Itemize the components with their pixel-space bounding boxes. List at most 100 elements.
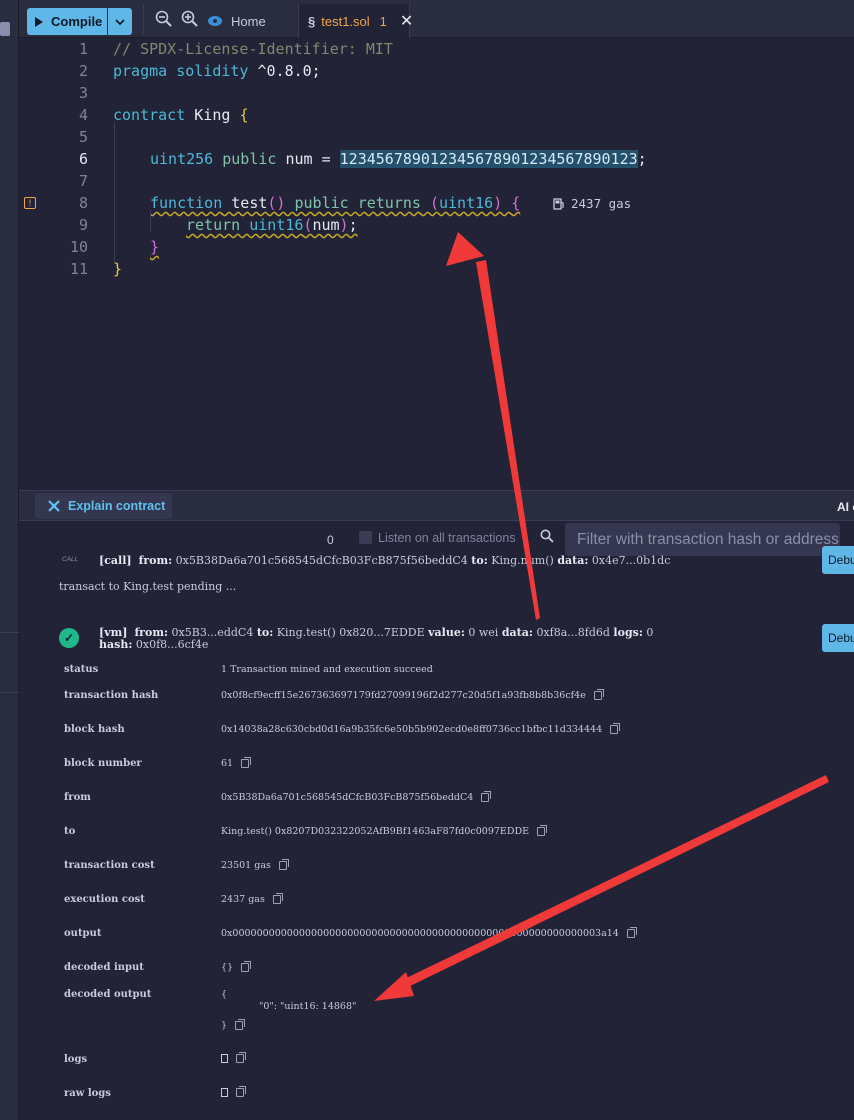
play-icon xyxy=(35,16,43,27)
detail-value: 61 xyxy=(221,757,252,769)
detail-value xyxy=(221,1086,246,1097)
type-keyword: uint256 xyxy=(150,150,214,168)
problem-count-badge: 1 xyxy=(379,13,387,29)
detail-key: to xyxy=(64,826,76,837)
copy-icon[interactable] xyxy=(236,1052,246,1063)
tab-test1-sol[interactable]: § test1.sol 1 ✕ xyxy=(298,4,413,38)
copy-icon[interactable] xyxy=(610,723,621,734)
line-number: 5 xyxy=(78,128,88,146)
code-line: 2 pragma solidity ^0.8.0; xyxy=(19,60,854,82)
selected-number: 123456789012345678901234567890123 xyxy=(339,150,638,168)
keyword: public xyxy=(222,150,277,168)
divider xyxy=(0,632,19,633)
detail-key: raw logs xyxy=(64,1088,111,1099)
detail-key: block number xyxy=(64,758,142,769)
type-keyword: uint16 xyxy=(249,216,304,234)
chevron-down-icon xyxy=(115,18,125,25)
transaction-filter-input[interactable] xyxy=(565,523,840,556)
detail-value: 0x14038a28c630cbd0d16a9b35fc6e50b5b902ec… xyxy=(221,723,621,735)
keyword: contract xyxy=(113,106,186,124)
pending-log-line: transact to King.test pending ... xyxy=(59,580,237,593)
debug-button[interactable]: Debug xyxy=(822,546,854,574)
line-number: 2 xyxy=(78,62,88,80)
compile-button[interactable]: Compile xyxy=(27,8,107,35)
detail-key: logs xyxy=(64,1054,88,1065)
copy-icon[interactable] xyxy=(236,1086,246,1097)
call-tag: CALL xyxy=(62,556,79,563)
code-text: ^0.8.0; xyxy=(248,62,321,80)
detail-value xyxy=(221,1052,246,1063)
detail-value: 2437 gas xyxy=(221,893,283,905)
detail-value: 0x5B38Da6a701c568545dCfcB03FcB875f56bedd… xyxy=(221,791,492,803)
code-editor[interactable]: 1 // SPDX-License-Identifier: MIT 2 prag… xyxy=(19,38,854,490)
copy-icon[interactable] xyxy=(272,893,283,904)
success-check-icon: ✓ xyxy=(59,628,79,648)
copy-icon[interactable] xyxy=(537,825,548,836)
brace: { xyxy=(239,106,249,124)
detail-value: 0x00000000000000000000000000000000000000… xyxy=(221,927,637,939)
code-text: // SPDX-License-Identifier: MIT xyxy=(113,40,393,58)
warning-icon[interactable]: ! xyxy=(24,197,36,209)
ai-sparkle-icon xyxy=(48,500,60,512)
zoom-in-icon[interactable] xyxy=(181,10,199,28)
remix-logo-icon xyxy=(208,16,222,26)
copy-icon[interactable] xyxy=(235,1019,246,1030)
copy-icon[interactable] xyxy=(241,961,252,972)
detail-value: King.test() 0x8207D032322052AfB9Bf1463aF… xyxy=(221,825,548,837)
listen-checkbox[interactable] xyxy=(359,531,372,544)
compile-label: Compile xyxy=(51,14,103,29)
detail-key: transaction hash xyxy=(64,690,159,701)
left-side-panel xyxy=(0,0,19,1120)
copy-icon[interactable] xyxy=(241,757,252,768)
brace: { xyxy=(511,194,521,212)
detail-value: {} xyxy=(221,961,252,973)
indent-guide xyxy=(114,122,115,262)
tab-home[interactable]: Home xyxy=(207,4,266,38)
copy-icon[interactable] xyxy=(278,859,289,870)
line-number: 4 xyxy=(78,106,88,124)
keyword: solidity xyxy=(176,62,249,80)
code-line: 7 xyxy=(19,170,854,192)
detail-key: block hash xyxy=(64,724,125,735)
contract-name: King xyxy=(185,106,240,124)
panel-toggle-icon[interactable] xyxy=(0,22,10,36)
close-icon[interactable]: ✕ xyxy=(400,11,413,31)
keyword: public xyxy=(294,194,349,212)
code-line: 5 xyxy=(19,126,854,148)
search-icon xyxy=(540,529,554,543)
zoom-out-icon[interactable] xyxy=(155,10,173,28)
line-number: 6 xyxy=(78,150,88,168)
function-name: test xyxy=(222,194,268,212)
copy-icon[interactable] xyxy=(626,927,637,938)
parens: () xyxy=(267,194,286,212)
explain-contract-button[interactable]: Explain contract xyxy=(35,493,172,519)
ai-copilot-label[interactable]: AI co xyxy=(837,500,854,514)
detail-key: status xyxy=(64,664,99,675)
line-number: 7 xyxy=(78,172,88,190)
code-text: num xyxy=(312,216,340,234)
keyword: pragma xyxy=(113,62,168,80)
code-line: 3 xyxy=(19,82,854,104)
decoded-output-body: "0": "uint16: 14868" xyxy=(259,1001,357,1012)
pending-count: 0 xyxy=(327,533,334,547)
gas-label: 2437 gas xyxy=(571,195,632,211)
editor-toolbar: Compile Home § test1.sol 1 ✕ xyxy=(19,0,854,38)
code-line: 1 // SPDX-License-Identifier: MIT xyxy=(19,38,854,60)
detail-key: decoded output xyxy=(64,989,152,1000)
terminal-output: 0 Listen on all transactions CALL [call]… xyxy=(19,521,854,1120)
indent-guide xyxy=(150,210,151,232)
code-text: num = xyxy=(276,150,340,168)
code-line: 11 } xyxy=(19,258,854,280)
copy-icon[interactable] xyxy=(593,689,604,700)
explain-label: Explain contract xyxy=(68,499,166,513)
compile-options-dropdown[interactable] xyxy=(108,8,132,35)
empty-array-glyph xyxy=(221,1088,228,1097)
copy-icon[interactable] xyxy=(481,791,492,802)
debug-button[interactable]: Debug xyxy=(822,624,854,652)
detail-key: execution cost xyxy=(64,894,145,905)
empty-array-glyph xyxy=(221,1054,228,1063)
keyword: function xyxy=(150,194,223,212)
line-number: 9 xyxy=(78,216,88,234)
detail-value: 23501 gas xyxy=(221,859,289,871)
detail-value: 0x0f8cf9ecff15e267363697179fd27099196f2d… xyxy=(221,689,604,701)
